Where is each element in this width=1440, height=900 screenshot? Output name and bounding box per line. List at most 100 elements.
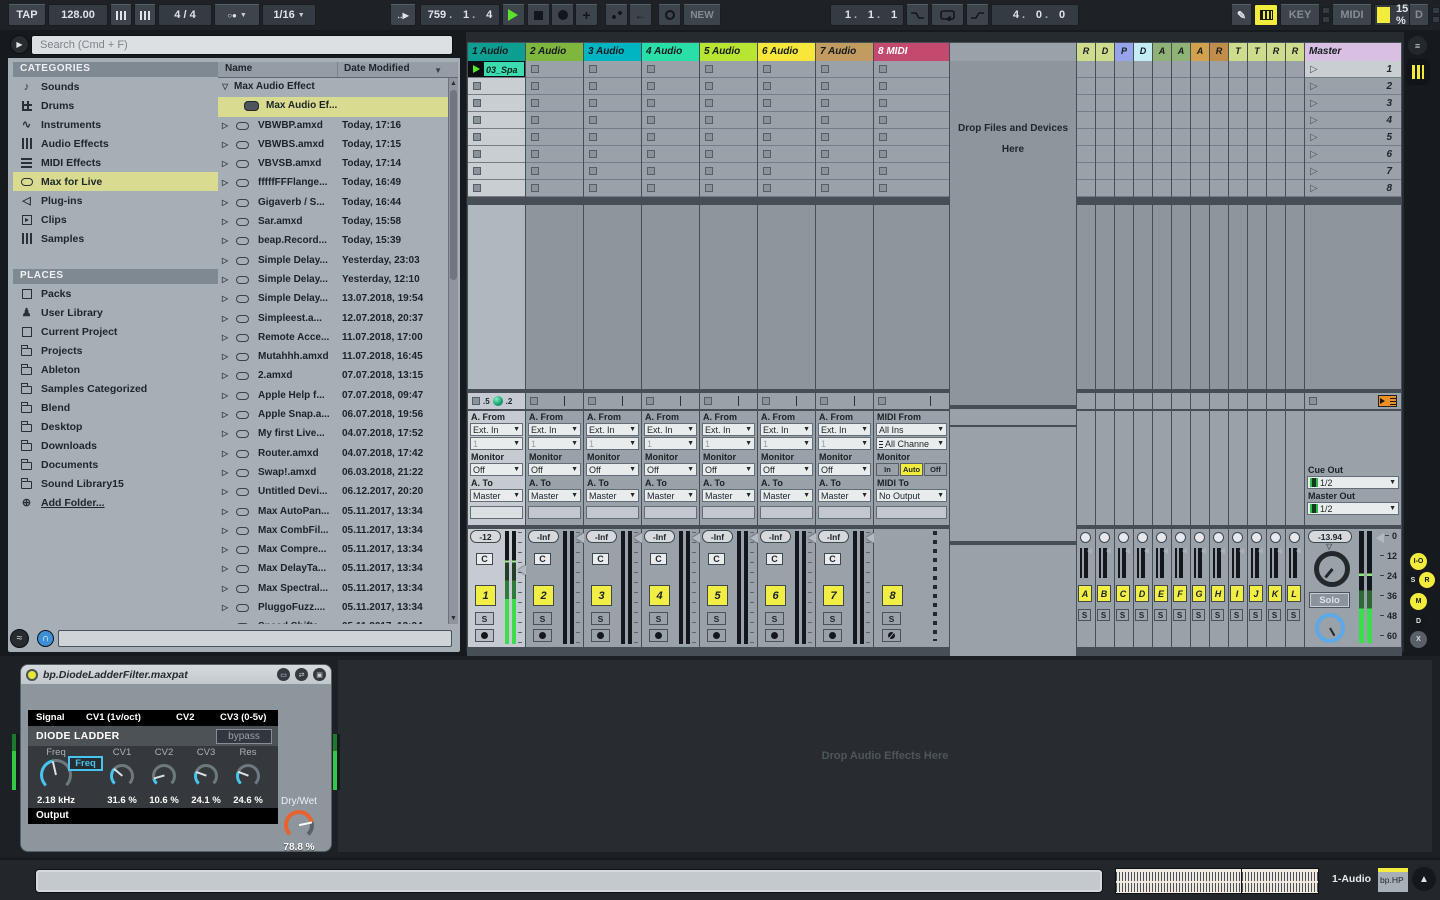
clip-slot[interactable] bbox=[642, 112, 699, 129]
expand-icon[interactable]: ▷ bbox=[222, 140, 228, 149]
input-channel-select[interactable]: 1▼ bbox=[586, 437, 639, 450]
sidebar-item-blend[interactable]: Blend bbox=[13, 398, 218, 417]
clip-stop-icon[interactable] bbox=[589, 116, 597, 124]
expand-icon[interactable]: ▷ bbox=[222, 487, 228, 496]
volume-display[interactable]: -Inf bbox=[760, 530, 791, 543]
clip-slot[interactable] bbox=[526, 180, 583, 197]
pan-display[interactable]: C bbox=[592, 553, 609, 565]
file-row[interactable]: ▷Speed Shifte...05.11.2017, 13:34 bbox=[218, 618, 448, 624]
return-fader[interactable] bbox=[1255, 548, 1263, 554]
track-stop-icon[interactable] bbox=[530, 397, 538, 405]
file-row[interactable]: ▷Untitled Devi...06.12.2017, 20:20 bbox=[218, 483, 448, 502]
show-returns-toggle[interactable]: R bbox=[1419, 572, 1435, 588]
return-activator[interactable]: B bbox=[1097, 585, 1111, 602]
sidebar-item-ableton[interactable]: Ableton bbox=[13, 360, 218, 379]
return-fader[interactable] bbox=[1217, 548, 1225, 554]
preview-waveform-bar[interactable] bbox=[58, 630, 452, 647]
arm-button[interactable] bbox=[823, 629, 842, 642]
capture-new-button[interactable]: NEW bbox=[683, 4, 721, 26]
clip-slot[interactable] bbox=[584, 129, 641, 146]
clip-play-button[interactable] bbox=[469, 62, 484, 76]
sidebar-item-sound-library15[interactable]: Sound Library15 bbox=[13, 474, 218, 493]
input-type-select[interactable]: Ext. In▼ bbox=[586, 423, 639, 436]
track-header[interactable]: 8 MIDI bbox=[874, 43, 949, 61]
expand-icon[interactable]: ▷ bbox=[222, 449, 228, 458]
return-track-header[interactable]: R bbox=[1286, 43, 1304, 61]
file-row[interactable]: ▷Sar.amxdToday, 15:58 bbox=[218, 213, 448, 232]
expand-icon[interactable]: ▷ bbox=[222, 603, 228, 612]
clip-slot[interactable] bbox=[642, 78, 699, 95]
clip-slot[interactable] bbox=[584, 61, 641, 78]
clip-slot[interactable] bbox=[816, 163, 873, 180]
file-row[interactable]: ▷Max DelayTa...05.11.2017, 13:34 bbox=[218, 560, 448, 579]
sidebar-item-drums[interactable]: Drums bbox=[13, 96, 218, 115]
clip-slot[interactable] bbox=[874, 61, 949, 78]
loop-start-display[interactable]: 1.1.1 bbox=[830, 4, 904, 26]
arrangement-position-display[interactable]: 759.1.4 bbox=[420, 4, 500, 26]
solo-button[interactable]: S bbox=[765, 612, 784, 625]
nudge-up-button[interactable] bbox=[134, 4, 156, 26]
clip-stop-icon[interactable] bbox=[647, 82, 655, 90]
overdub-button[interactable]: + bbox=[575, 4, 598, 26]
return-activator[interactable]: K bbox=[1268, 585, 1282, 602]
sidebar-item-downloads[interactable]: Downloads bbox=[13, 436, 218, 455]
file-row-selected[interactable]: Max Audio Ef... bbox=[218, 97, 448, 116]
clip-stop-icon[interactable] bbox=[705, 82, 713, 90]
master-stop-icon[interactable] bbox=[1309, 397, 1317, 405]
pan-display[interactable]: C bbox=[650, 553, 667, 565]
device-unfold-button[interactable]: ▭ bbox=[277, 668, 290, 681]
return-track-header[interactable]: R bbox=[1077, 43, 1095, 61]
clip-slot[interactable] bbox=[642, 163, 699, 180]
expand-icon[interactable]: ▷ bbox=[222, 236, 228, 245]
clip-stop-icon[interactable] bbox=[647, 116, 655, 124]
clip-stop-icon[interactable] bbox=[879, 65, 887, 73]
scene-play-icon[interactable]: ▷ bbox=[1310, 149, 1318, 160]
input-channel-select[interactable]: 1▼ bbox=[528, 437, 581, 450]
file-row[interactable]: ▷beap.Record...Today, 15:39 bbox=[218, 232, 448, 251]
track-header[interactable]: 7 Audio bbox=[816, 43, 873, 61]
return-track-header[interactable]: R bbox=[1210, 43, 1228, 61]
scene[interactable]: ▷5 bbox=[1305, 129, 1401, 146]
clip-stop-icon[interactable] bbox=[821, 82, 829, 90]
return-fader[interactable] bbox=[1103, 548, 1111, 554]
clip-slot[interactable] bbox=[642, 95, 699, 112]
clip-stop-icon[interactable] bbox=[705, 150, 713, 158]
clip-stop-icon[interactable] bbox=[647, 99, 655, 107]
return-pan-knob[interactable] bbox=[1156, 532, 1167, 543]
clip-slot[interactable] bbox=[642, 61, 699, 78]
clip-stop-icon[interactable] bbox=[879, 184, 887, 192]
clip-slot[interactable] bbox=[874, 95, 949, 112]
expand-icon[interactable]: ▷ bbox=[222, 622, 228, 624]
clip-slot[interactable] bbox=[816, 78, 873, 95]
clip-stop-icon[interactable] bbox=[879, 99, 887, 107]
clip-stop-icon[interactable] bbox=[647, 167, 655, 175]
input-channel-select[interactable]: 1▼ bbox=[470, 437, 523, 450]
monitor-select[interactable]: Off▼ bbox=[702, 463, 755, 476]
clip-slot[interactable] bbox=[700, 180, 757, 197]
return-activator[interactable]: I bbox=[1230, 585, 1244, 602]
return-track-header[interactable]: D bbox=[1096, 43, 1114, 61]
output-select[interactable]: Master▼ bbox=[644, 489, 697, 502]
loop-button[interactable] bbox=[931, 4, 964, 26]
show-mixer-toggle[interactable]: M bbox=[1410, 593, 1427, 610]
clip-stop-icon[interactable] bbox=[473, 184, 481, 192]
return-activator[interactable]: L bbox=[1287, 585, 1301, 602]
clip-slot[interactable] bbox=[584, 180, 641, 197]
monitor-select[interactable]: Off▼ bbox=[760, 463, 813, 476]
clip-slot[interactable] bbox=[468, 95, 525, 112]
return-activator[interactable]: G bbox=[1192, 585, 1206, 602]
midi-arrangement-overdub-button[interactable] bbox=[605, 4, 628, 26]
loop-length-display[interactable]: 4.0.0 bbox=[991, 4, 1079, 26]
output-select[interactable]: Master▼ bbox=[818, 489, 871, 502]
clip-slot[interactable] bbox=[700, 61, 757, 78]
clip-slot[interactable] bbox=[584, 95, 641, 112]
track-activator[interactable]: 6 bbox=[765, 585, 786, 606]
clip-stop-icon[interactable] bbox=[531, 82, 539, 90]
return-solo-button[interactable]: S bbox=[1078, 609, 1091, 621]
return-solo-button[interactable]: S bbox=[1154, 609, 1167, 621]
clip-slot[interactable] bbox=[584, 78, 641, 95]
expand-icon[interactable]: ▷ bbox=[222, 198, 228, 207]
output-select[interactable]: Master▼ bbox=[528, 489, 581, 502]
clip-slot[interactable] bbox=[874, 180, 949, 197]
file-row[interactable]: ▷Remote Acce...11.07.2018, 17:00 bbox=[218, 329, 448, 348]
